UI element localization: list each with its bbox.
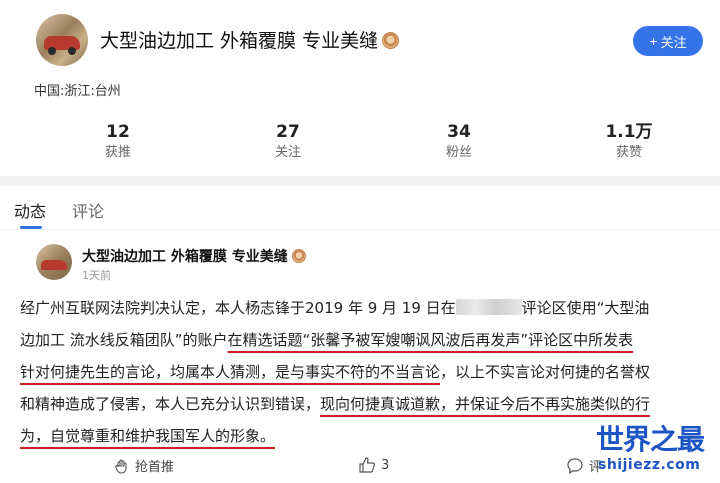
- redacted-block: [455, 299, 522, 315]
- profile-stats: 12 获推 27 关注 34 粉丝 1.1万 获赞: [0, 120, 720, 168]
- location: 中国:浙江:台州: [34, 84, 121, 99]
- stat-likes[interactable]: 1.1万 获赞: [579, 120, 679, 162]
- stat-value: 12: [106, 122, 130, 142]
- grab-first-label: 抢首推: [135, 460, 175, 475]
- hand-icon: [114, 458, 130, 474]
- like-button[interactable]: 3: [358, 456, 389, 474]
- stat-followers[interactable]: 34 粉丝: [409, 120, 509, 162]
- follow-button[interactable]: + 关注: [633, 26, 703, 56]
- post-line: 针对何捷先生的言论，均属本人猜测，是与事实不符的不当言论，以上不实言论对何捷的名…: [20, 363, 651, 381]
- post-line: 经广州互联网法院判决认定，本人杨志锋于2019 年 9 月 19 日在 评论区使用…: [20, 299, 650, 317]
- underlined-text: 现向何捷真诚道歉，并保证今后不再实施类似的行: [320, 395, 651, 413]
- post-line: 和精神造成了侵害，本人已充分认识到错误，现向何捷真诚道歉，并保证今后不再实施类似…: [20, 395, 651, 413]
- post-line: 边加工 流水线反箱团队”的账户在精选话题“张馨予被军嫂嘲讽风波后再发声”评论区中…: [20, 331, 634, 349]
- watermark-cn: 世界之最: [596, 423, 705, 456]
- stat-label: 关注: [274, 145, 301, 160]
- vip-badge-icon: [291, 249, 306, 263]
- watermark-url: shijiezz.com: [598, 457, 701, 473]
- tab-bar: 动态 评论: [0, 190, 720, 230]
- stat-value: 34: [447, 122, 471, 142]
- site-watermark: 世界之最 shijiezz.com: [596, 424, 716, 480]
- vip-badge-icon: [382, 32, 400, 49]
- thumbs-up-icon: [358, 456, 376, 474]
- post-timestamp: 1天前: [82, 269, 111, 282]
- underlined-text: 针对何捷先生的言论，均属本人猜测，是与事实不符的不当言论: [20, 363, 441, 381]
- post-avatar[interactable]: [36, 244, 72, 280]
- grab-first-button[interactable]: 抢首推: [114, 456, 174, 475]
- tab-comments[interactable]: 评论: [72, 198, 104, 222]
- stat-value: 1.1万: [605, 122, 653, 142]
- stat-value: 27: [276, 122, 300, 142]
- profile-name: 大型油边加工 外箱覆膜 专业美缝: [100, 26, 400, 53]
- underlined-text: 为，自觉尊重和维护我国军人的形象。: [20, 427, 276, 445]
- tab-activity[interactable]: 动态: [14, 198, 46, 222]
- section-divider: [0, 176, 720, 186]
- stat-recommend[interactable]: 12 获推: [68, 120, 168, 162]
- plus-icon: +: [649, 33, 658, 49]
- stat-label: 获推: [104, 145, 131, 160]
- profile-header: 大型油边加工 外箱覆膜 专业美缝 + 关注 中国:浙江:台州: [0, 0, 720, 120]
- stat-label: 粉丝: [445, 145, 472, 160]
- stat-following[interactable]: 27 关注: [238, 120, 338, 162]
- active-tab-indicator: [20, 226, 42, 229]
- comment-icon: [566, 457, 584, 475]
- avatar[interactable]: [36, 14, 88, 66]
- post-author[interactable]: 大型油边加工 外箱覆膜 专业美缝: [82, 246, 306, 266]
- follow-label: 关注: [660, 34, 687, 50]
- like-count: 3: [381, 457, 390, 473]
- underlined-text: 在精选话题“张馨予被军嫂嘲讽风波后再发声”评论区中所发表: [227, 331, 634, 349]
- stat-label: 获赞: [615, 145, 642, 160]
